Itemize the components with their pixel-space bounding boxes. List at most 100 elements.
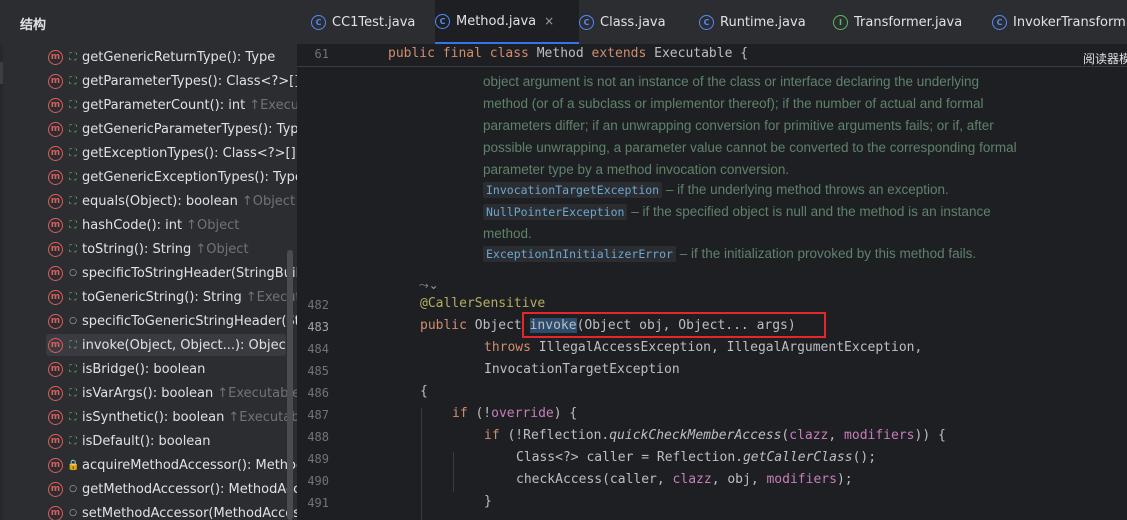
structure-item[interactable]: m ⛶ isBridge(): boolean [48, 358, 297, 380]
doc-throws-line: InvocationTargetException – if the under… [483, 182, 949, 198]
method-icon: m [48, 97, 63, 113]
code-line[interactable]: throws IllegalAccessException, IllegalAr… [484, 340, 922, 355]
editor-tab[interactable]: C InvokerTransform [992, 0, 1127, 44]
method-icon: m [48, 289, 63, 305]
structure-item[interactable]: m ⛶ isVarArgs(): boolean ↑Executable [48, 382, 297, 404]
doc-text: – if the initialization provoked by this… [675, 246, 977, 261]
structure-item-label: toString(): String [82, 241, 192, 257]
structure-item[interactable]: m ○ specificToStringHeader(StringBuilder [48, 262, 297, 284]
code-text: Class<?> caller = Reflection. [516, 450, 743, 465]
structure-item-label: specificToGenericStringHeader(String [82, 313, 297, 329]
editor-tab[interactable]: C Runtime.java [699, 0, 833, 44]
tab-label: Class.java [600, 14, 666, 30]
annotation: @CallerSensitive [420, 296, 546, 311]
keyword: if [452, 406, 468, 421]
public-icon: ⛶ [69, 171, 77, 183]
structure-header: 结构 [0, 0, 297, 44]
structure-item[interactable]: m⛶getExceptionTypes(): Class<?>[]↑Exe [48, 142, 297, 164]
code-line[interactable]: @CallerSensitive [420, 296, 545, 311]
structure-item[interactable]: m ⛶ toString(): String ↑Object [48, 238, 297, 260]
structure-item[interactable]: m ⛶ isDefault(): boolean [48, 430, 297, 452]
doc-code-link[interactable]: InvocationTargetException [483, 182, 663, 198]
keyword: public [420, 318, 467, 333]
code-text: , [828, 428, 845, 443]
structure-item[interactable]: m ○ getMethodAccessor(): MethodAccess [48, 478, 297, 500]
line-number: 491 [307, 496, 329, 510]
method-icon: m [48, 121, 63, 137]
structure-item[interactable]: m⛶getParameterTypes(): Class<?>[]↑Exe [48, 70, 297, 92]
structure-item[interactable]: m⛶toGenericString(): String↑Executable [48, 286, 297, 308]
code-line[interactable]: } [484, 494, 492, 509]
editor-tab[interactable]: C Class.java [579, 0, 699, 44]
doc-throws-line: ExceptionInInitializerError – if the ini… [483, 246, 977, 262]
structure-item-label: getMethodAccessor(): MethodAccess [82, 481, 297, 497]
method-icon: m [48, 481, 63, 497]
method-icon: m [48, 145, 63, 161]
code-line[interactable]: Class<?> caller = Reflection.getCallerCl… [516, 450, 876, 465]
public-icon: ⛶ [69, 411, 77, 423]
structure-item-label: isSynthetic(): boolean [82, 409, 225, 425]
code-line[interactable]: InvocationTargetException [484, 362, 680, 377]
editor-tab[interactable]: C Method.java × [435, 0, 579, 44]
structure-item[interactable]: m ⛶ invoke(Object, Object...): Object [46, 334, 286, 356]
public-icon: ⛶ [69, 51, 77, 63]
interface-file-icon: I [833, 14, 848, 30]
doc-code-link[interactable]: NullPointerException [483, 204, 628, 220]
code-text: ); [836, 472, 853, 487]
doc-line: parameters differ; if an unwrapping conv… [483, 118, 994, 133]
structure-scrollbar[interactable] [287, 250, 293, 520]
public-icon: ⛶ [69, 219, 77, 231]
structure-item[interactable]: m ⛶ getGenericReturnType(): Type [48, 46, 297, 68]
code-line[interactable]: { [420, 384, 428, 399]
editor-tab[interactable]: I Transformer.java [833, 0, 992, 44]
code-line[interactable]: if (!Reflection.quickCheckMemberAccess(c… [484, 428, 946, 443]
doc-text: – if the specified object is null and th… [627, 204, 991, 219]
line-number: 487 [307, 408, 329, 422]
field-ref: override [491, 406, 554, 421]
structure-item[interactable]: m 🔒 acquireMethodAccessor(): MethodAc [48, 454, 297, 476]
public-icon: ⛶ [69, 243, 77, 255]
indent-guide [453, 452, 454, 492]
structure-item[interactable]: m ○ setMethodAccessor(MethodAccessor [48, 502, 297, 520]
line-number: 486 [307, 386, 329, 400]
doc-code-link[interactable]: ExceptionInInitializerError [483, 246, 676, 262]
structure-item-label: setMethodAccessor(MethodAccessor [82, 505, 297, 520]
code-line[interactable]: if (!override) { [452, 406, 577, 421]
tab-label: Method.java [456, 13, 537, 29]
structure-item[interactable]: m ⛶ equals(Object): boolean ↑Object [48, 190, 297, 212]
structure-title: 结构 [20, 18, 47, 33]
code-line[interactable]: checkAccess(caller, clazz, obj, modifier… [516, 472, 853, 487]
editor-tab[interactable]: C CC1Test.java [311, 0, 435, 44]
toggle-rendered-view-icon[interactable]: ⤳⌄ [419, 278, 439, 293]
structure-item[interactable]: m ○ specificToGenericStringHeader(String [48, 310, 297, 332]
structure-item[interactable]: m⛶getGenericParameterTypes(): Type[]↑ [48, 118, 297, 140]
public-icon: ⛶ [69, 123, 77, 135]
tab-label: Runtime.java [720, 14, 806, 30]
structure-item-label: isBridge(): boolean [82, 361, 206, 377]
sticky-header-line[interactable]: 61 public final class Method extends Exe… [297, 44, 1127, 67]
structure-item-label: hashCode(): int [82, 217, 183, 233]
structure-item[interactable]: m ⛶ hashCode(): int ↑Object [48, 214, 297, 236]
structure-panel: 结构 m ⛶ getGenericReturnType(): Type m ⛶ getPa… [0, 0, 297, 520]
code-text: )) { [914, 428, 946, 443]
return-type: Object [474, 318, 522, 333]
structure-item[interactable]: m⛶getGenericExceptionTypes(): Type[]↑ [48, 166, 297, 188]
line-number: 489 [307, 452, 329, 466]
close-icon[interactable]: × [544, 14, 554, 28]
method-icon: m [48, 241, 63, 257]
method-icon: m [48, 385, 63, 401]
method-icon: m [48, 457, 63, 473]
doc-line: method. [483, 226, 532, 241]
reader-mode-button[interactable]: 阅读器模 [1083, 50, 1127, 67]
tab-label: Transformer.java [854, 14, 963, 30]
structure-item[interactable]: m⛶isSynthetic(): boolean↑Executable [48, 406, 297, 428]
code-text: IllegalAccessException, IllegalArgumentE… [530, 340, 923, 355]
structure-item-label: equals(Object): boolean [82, 193, 238, 209]
code-text: checkAccess(caller, [516, 472, 673, 487]
structure-item[interactable]: m ⛶ getParameterCount(): int↑Executable [48, 94, 297, 116]
structure-item-origin: ↑Object [186, 217, 240, 233]
private-lock-icon: 🔒 [67, 459, 80, 471]
static-call: quickCheckMemberAccess [609, 428, 782, 443]
structure-item-label: specificToStringHeader(StringBuilder [82, 265, 297, 281]
line-number: 485 [307, 364, 329, 378]
